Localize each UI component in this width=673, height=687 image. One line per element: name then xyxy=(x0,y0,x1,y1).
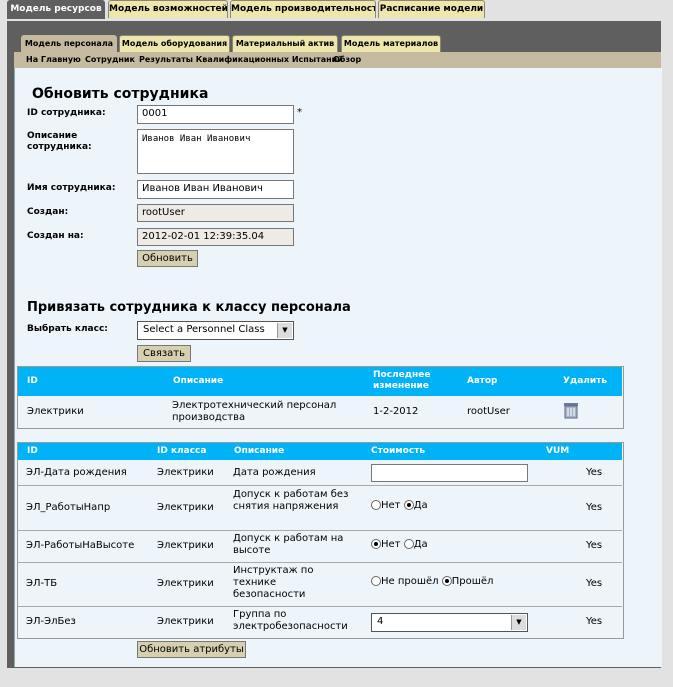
attr-row-vum: Yes xyxy=(586,467,603,478)
attr-row-class: Электрики xyxy=(157,540,214,551)
radio-yes-label: Да xyxy=(413,539,428,550)
radio-group: Не прошёл Прошёл xyxy=(371,576,493,588)
class-row-date: 1-2-2012 xyxy=(373,406,419,417)
col-description: Описание xyxy=(173,376,224,386)
subnav-employee[interactable]: Сотрудник xyxy=(85,55,135,64)
bind-button[interactable]: Связать xyxy=(137,345,191,362)
attribute-table-header: ID ID класса Описание Стоимость VUM xyxy=(18,443,622,460)
attr-col-vum: VUM xyxy=(546,446,570,456)
radio-group: Нет Да xyxy=(371,500,428,512)
subnav-home[interactable]: На Главную xyxy=(26,55,81,64)
attr-row-id: ЭЛ-ЭлБез xyxy=(26,616,76,627)
radio-yes[interactable] xyxy=(403,500,414,510)
row-divider xyxy=(18,485,622,486)
tab-material-model[interactable]: Модель материалов xyxy=(341,35,441,52)
attr-row-class: Электрики xyxy=(157,502,214,513)
tab-capability-model[interactable]: Модель возможностей xyxy=(108,0,228,18)
attr-row-vum: Yes xyxy=(586,578,603,589)
attr-row-id: ЭЛ-ТБ xyxy=(26,578,58,589)
employee-name-input[interactable]: Иванов Иван Иванович xyxy=(137,180,294,199)
radio-passed-label: Прошёл xyxy=(451,576,494,587)
created-by-field: rootUser xyxy=(137,204,294,222)
birthdate-input[interactable] xyxy=(371,464,528,482)
radio-no[interactable] xyxy=(371,539,381,549)
attr-row-vum: Yes xyxy=(586,540,603,551)
attr-row-vum: Yes xyxy=(586,502,603,513)
attr-row-id: ЭЛ-РаботыНаВысоте xyxy=(26,540,135,551)
subnav: На Главную Сотрудник Результаты Квалифик… xyxy=(14,52,661,68)
attr-row-description: Группа по электробезопасности xyxy=(233,609,348,632)
tab-personnel-model[interactable]: Модель персонала xyxy=(21,35,117,53)
description-textarea[interactable]: Иванов Иван Иванович xyxy=(137,129,294,174)
chevron-down-icon: ▼ xyxy=(277,323,292,338)
attr-col-description: Описание xyxy=(234,446,285,456)
radio-group: Нет Да xyxy=(371,539,428,551)
attr-col-class-id: ID класса xyxy=(157,446,207,456)
attr-row-class: Электрики xyxy=(157,467,214,478)
class-table-header: ID Описание Последнее изменение Автор Уд… xyxy=(18,367,622,396)
class-select-value: Select a Personnel Class xyxy=(143,324,265,335)
attr-col-cost: Стоимость xyxy=(371,446,426,456)
tab-schedule-model[interactable]: Расписание модели xyxy=(378,0,485,18)
trash-icon[interactable] xyxy=(562,402,580,419)
id-label: ID сотрудника: xyxy=(27,108,106,118)
created-at-field: 2012-02-01 12:39:35.04 xyxy=(137,228,294,246)
description-label: Описание сотрудника: xyxy=(27,131,92,152)
required-mark: * xyxy=(297,107,302,118)
radio-passed[interactable] xyxy=(441,576,452,586)
bind-title: Привязать сотрудника к классу персонала xyxy=(27,300,351,315)
tab-equipment-model[interactable]: Модель оборудования xyxy=(119,35,230,52)
created-label: Создан: xyxy=(27,207,69,217)
tab-performance-model[interactable]: Модель производительности xyxy=(230,0,376,18)
radio-failed-label: Не прошёл xyxy=(381,576,439,587)
radio-failed[interactable] xyxy=(371,576,381,586)
attr-row-id: ЭЛ-Дата рождения xyxy=(26,467,127,478)
class-select[interactable]: Select a Personnel Class ▼ xyxy=(137,321,294,340)
attr-row-class: Электрики xyxy=(157,616,214,627)
attr-row-description: Инструктаж по технике безопасности xyxy=(233,565,314,600)
update-title: Обновить сотрудника xyxy=(32,86,209,102)
update-button[interactable]: Обновить xyxy=(137,250,198,267)
chevron-down-icon: ▼ xyxy=(511,615,526,630)
radio-no-label: Нет xyxy=(381,539,401,550)
tab-resource-model[interactable]: Модель ресурсов xyxy=(7,0,105,19)
radio-no[interactable] xyxy=(371,500,381,510)
tab-material-asset[interactable]: Материальный актив xyxy=(232,35,338,52)
row-divider xyxy=(18,530,622,531)
update-attributes-button[interactable]: Обновить атрибуты xyxy=(137,641,246,658)
attr-row-description: Допуск к работам без снятия напряжения xyxy=(233,489,349,512)
col-author: Автор xyxy=(467,376,498,386)
class-row-author: rootUser xyxy=(467,406,510,417)
subnav-qualification-results[interactable]: Результаты Квалификационных Испытаний xyxy=(139,55,343,64)
attr-row-id: ЭЛ_РаботыНапр xyxy=(26,502,111,513)
col-delete: Удалить xyxy=(563,376,608,386)
safety-group-value: 4 xyxy=(377,616,384,627)
class-row-id: Электрики xyxy=(27,406,84,417)
attr-row-description: Дата рождения xyxy=(233,467,316,478)
employee-id-input[interactable]: 0001 xyxy=(137,105,294,124)
radio-yes-label: Да xyxy=(413,500,428,511)
attr-col-id: ID xyxy=(27,446,38,456)
name-label: Имя сотрудника: xyxy=(27,183,116,193)
col-last-modified: Последнее изменение xyxy=(373,370,431,391)
radio-no-label: Нет xyxy=(381,500,401,511)
radio-yes[interactable] xyxy=(403,539,414,549)
subnav-overview[interactable]: Обзор xyxy=(333,55,361,64)
created-at-label: Создан на: xyxy=(27,231,84,241)
row-divider xyxy=(18,606,622,607)
col-id: ID xyxy=(27,376,38,386)
attr-row-description: Допуск к работам на высоте xyxy=(233,533,344,556)
attr-row-vum: Yes xyxy=(586,616,603,627)
row-divider xyxy=(18,562,622,563)
class-label: Выбрать класс: xyxy=(27,324,108,334)
safety-group-select[interactable]: 4 ▼ xyxy=(371,613,528,632)
attr-row-class: Электрики xyxy=(157,578,214,589)
class-row-description: Электротехнический персонал производства xyxy=(172,400,337,423)
